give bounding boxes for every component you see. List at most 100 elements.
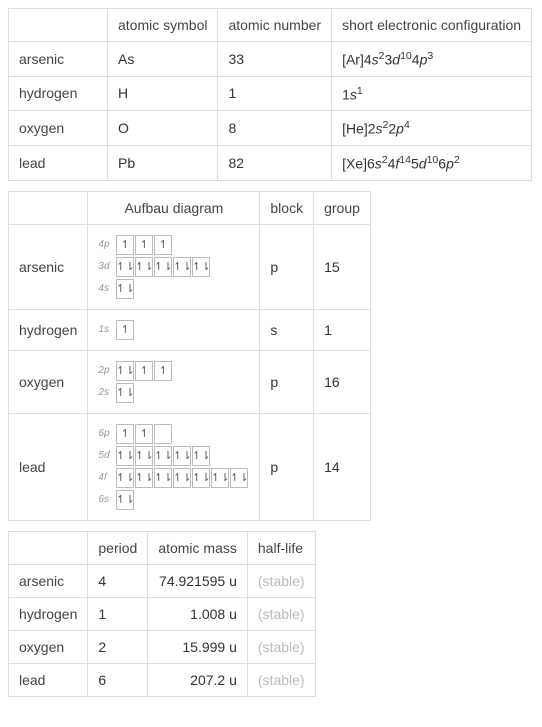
half-life: (stable) — [247, 630, 315, 663]
orbital-box: ↿⇂ — [173, 257, 191, 277]
table-row: arsenicAs33[Ar]4s23d104p3 — [9, 42, 532, 77]
orbital-label: 4f — [98, 472, 116, 483]
orbital-label: 3d — [98, 261, 116, 272]
orbital-row: 1s↿ — [98, 320, 249, 340]
atomic-number: 8 — [218, 111, 332, 146]
orbital-box: ↿⇂ — [116, 446, 134, 466]
table-row: oxygenO8[He]2s22p4 — [9, 111, 532, 146]
short-config: [He]2s22p4 — [332, 111, 532, 146]
header-atomic-mass: atomic mass — [148, 531, 248, 564]
half-life: (stable) — [247, 663, 315, 696]
orbital-row: 4f↿⇂↿⇂↿⇂↿⇂↿⇂↿⇂↿⇂ — [98, 468, 249, 488]
orbital-box: ↿⇂ — [230, 468, 248, 488]
atomic-symbol: As — [108, 42, 218, 77]
header-atomic-number: atomic number — [218, 9, 332, 42]
element-name: hydrogen — [9, 309, 88, 350]
header-empty — [9, 191, 88, 224]
orbital-row: 3d↿⇂↿⇂↿⇂↿⇂↿⇂ — [98, 257, 249, 277]
element-name: lead — [9, 145, 108, 180]
header-atomic-symbol: atomic symbol — [108, 9, 218, 42]
orbital-box: ↿⇂ — [116, 257, 134, 277]
header-short-config: short electronic configuration — [332, 9, 532, 42]
element-name: oxygen — [9, 630, 88, 663]
orbital-box: ↿⇂ — [173, 468, 191, 488]
orbital-box: ↿⇂ — [173, 446, 191, 466]
period: 2 — [88, 630, 148, 663]
period: 6 — [88, 663, 148, 696]
atomic-number: 82 — [218, 145, 332, 180]
group: 14 — [314, 413, 371, 520]
table-atomic-basics: atomic symbol atomic number short electr… — [8, 8, 532, 181]
orbital-label: 6s — [98, 494, 116, 505]
block: p — [260, 413, 314, 520]
half-life: (stable) — [247, 597, 315, 630]
orbital-box: ↿⇂ — [135, 257, 153, 277]
half-life: (stable) — [247, 564, 315, 597]
period: 1 — [88, 597, 148, 630]
orbital-box: ↿⇂ — [116, 361, 134, 381]
table-row: hydrogen11.008 u(stable) — [9, 597, 316, 630]
table-aufbau-block-group: Aufbau diagram block group arsenic4p↿↿↿3… — [8, 191, 371, 521]
short-config: [Xe]6s24f145d106p2 — [332, 145, 532, 180]
orbital-box: ↿ — [135, 424, 153, 444]
aufbau-cell: 1s↿ — [88, 309, 260, 350]
group: 1 — [314, 309, 371, 350]
orbital-box: ↿⇂ — [192, 257, 210, 277]
orbital-box: ↿⇂ — [116, 383, 134, 403]
orbital-box: ↿ — [116, 320, 134, 340]
group: 15 — [314, 224, 371, 309]
orbital-box: ↿⇂ — [116, 279, 134, 299]
orbital-box: ↿ — [116, 424, 134, 444]
atomic-symbol: H — [108, 76, 218, 111]
orbital-label: 6p — [98, 428, 116, 439]
atomic-mass: 15.999 u — [148, 630, 248, 663]
header-half-life: half-life — [247, 531, 315, 564]
orbital-box: ↿⇂ — [192, 468, 210, 488]
aufbau-cell: 2p↿⇂↿↿2s↿⇂ — [88, 350, 260, 413]
block: p — [260, 224, 314, 309]
element-name: hydrogen — [9, 597, 88, 630]
aufbau-diagram: 4p↿↿↿3d↿⇂↿⇂↿⇂↿⇂↿⇂4s↿⇂ — [98, 235, 249, 299]
orbital-box: ↿ — [154, 361, 172, 381]
period: 4 — [88, 564, 148, 597]
block: p — [260, 350, 314, 413]
orbital-label: 1s — [98, 324, 116, 335]
header-group: group — [314, 191, 371, 224]
orbital-label: 4p — [98, 239, 116, 250]
orbital-box: ↿⇂ — [192, 446, 210, 466]
table-row: lead6207.2 u(stable) — [9, 663, 316, 696]
table-row: oxygen2p↿⇂↿↿2s↿⇂p16 — [9, 350, 371, 413]
table-header-row: atomic symbol atomic number short electr… — [9, 9, 532, 42]
orbital-label: 2p — [98, 365, 116, 376]
table-row: oxygen215.999 u(stable) — [9, 630, 316, 663]
orbital-box: ↿⇂ — [154, 468, 172, 488]
orbital-box: ↿⇂ — [116, 468, 134, 488]
header-block: block — [260, 191, 314, 224]
table-period-mass-halflife: period atomic mass half-life arsenic474.… — [8, 531, 316, 697]
header-period: period — [88, 531, 148, 564]
group: 16 — [314, 350, 371, 413]
orbital-box: ↿⇂ — [116, 490, 134, 510]
orbital-box: ↿ — [154, 235, 172, 255]
orbital-row: 4p↿↿↿ — [98, 235, 249, 255]
orbital-label: 4s — [98, 283, 116, 294]
aufbau-diagram: 1s↿ — [98, 320, 249, 340]
element-name: lead — [9, 413, 88, 520]
aufbau-diagram: 2p↿⇂↿↿2s↿⇂ — [98, 361, 249, 403]
atomic-symbol: O — [108, 111, 218, 146]
atomic-mass: 207.2 u — [148, 663, 248, 696]
orbital-row: 4s↿⇂ — [98, 279, 249, 299]
short-config: 1s1 — [332, 76, 532, 111]
orbital-row: 5d↿⇂↿⇂↿⇂↿⇂↿⇂ — [98, 446, 249, 466]
element-name: lead — [9, 663, 88, 696]
orbital-box: ↿ — [116, 235, 134, 255]
atomic-number: 33 — [218, 42, 332, 77]
orbital-label: 2s — [98, 387, 116, 398]
element-name: oxygen — [9, 350, 88, 413]
table-row: lead6p↿↿5d↿⇂↿⇂↿⇂↿⇂↿⇂4f↿⇂↿⇂↿⇂↿⇂↿⇂↿⇂↿⇂6s↿⇂… — [9, 413, 371, 520]
orbital-box: ↿ — [135, 361, 153, 381]
header-empty — [9, 9, 108, 42]
element-name: hydrogen — [9, 76, 108, 111]
orbital-row: 2s↿⇂ — [98, 383, 249, 403]
orbital-box: ↿ — [135, 235, 153, 255]
